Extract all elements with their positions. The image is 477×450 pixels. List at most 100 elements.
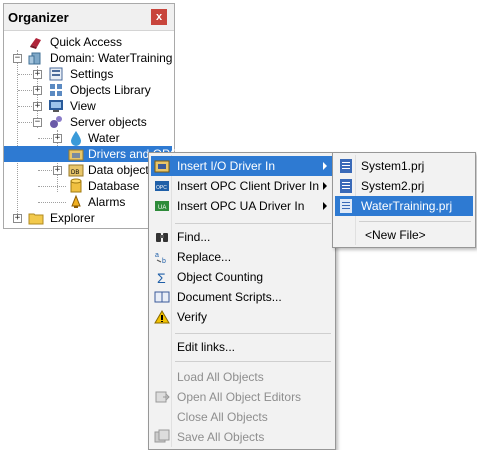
tree-label: Alarms bbox=[88, 195, 126, 209]
tree-item-drivers-and-opc[interactable]: Drivers and OPC bbox=[4, 146, 179, 162]
io-driver-submenu: System1.prj System2.prj WaterTraining.pr… bbox=[332, 152, 476, 248]
svg-text:Σ: Σ bbox=[157, 270, 166, 285]
tree-line bbox=[38, 170, 52, 171]
view-icon bbox=[49, 100, 63, 112]
menu-separator bbox=[175, 223, 331, 224]
tree-item-server-objects[interactable]: Server objects bbox=[46, 114, 156, 130]
menu-label: Replace... bbox=[177, 250, 232, 264]
tree-item-alarms[interactable]: Alarms bbox=[66, 194, 136, 210]
submenu-item-watertraining[interactable]: WaterTraining.prj bbox=[335, 196, 473, 216]
menu-item-replace[interactable]: ab Replace... bbox=[151, 247, 333, 267]
tree-label: Settings bbox=[70, 67, 114, 81]
menu-label: Insert OPC Client Driver In bbox=[177, 179, 320, 193]
project-file-icon bbox=[340, 179, 352, 193]
expand-toggle[interactable]: + bbox=[53, 166, 62, 175]
tree-line bbox=[18, 122, 32, 123]
tree-label: Water bbox=[88, 131, 120, 145]
save-all-icon bbox=[154, 429, 170, 443]
svg-text:a: a bbox=[155, 252, 159, 259]
menu-item-find[interactable]: Find... bbox=[151, 227, 333, 247]
drivers-icon bbox=[68, 149, 84, 161]
tree-item-explorer[interactable]: Explorer bbox=[26, 210, 126, 226]
objects-library-icon bbox=[50, 84, 62, 96]
server-objects-icon bbox=[50, 116, 62, 128]
tree-item-objects-library[interactable]: Objects Library bbox=[46, 82, 166, 98]
svg-text:OPC: OPC bbox=[156, 185, 167, 191]
tree-item-quick-access[interactable]: Quick Access bbox=[26, 34, 166, 50]
project-file-icon bbox=[340, 159, 352, 173]
close-button[interactable]: x bbox=[151, 9, 167, 25]
menu-item-object-counting[interactable]: Σ Object Counting bbox=[151, 267, 333, 287]
tree-line bbox=[18, 90, 32, 91]
menu-item-load-all-objects[interactable]: Load All Objects bbox=[151, 367, 333, 387]
tree-item-view[interactable]: View bbox=[46, 98, 126, 114]
submenu-arrow-icon bbox=[323, 182, 327, 190]
tree-label: View bbox=[70, 99, 96, 113]
tree-item-database[interactable]: Database bbox=[66, 178, 156, 194]
settings-icon bbox=[49, 67, 63, 81]
expand-toggle[interactable]: + bbox=[33, 70, 42, 79]
verify-warning-icon bbox=[154, 310, 170, 324]
menu-item-document-scripts[interactable]: Document Scripts... bbox=[151, 287, 333, 307]
water-drop-icon bbox=[71, 131, 81, 146]
alarm-icon bbox=[71, 194, 81, 208]
tree-label: Explorer bbox=[50, 211, 95, 225]
io-driver-icon bbox=[154, 160, 170, 173]
organizer-header: Organizer x bbox=[4, 4, 174, 31]
menu-item-insert-opc-client[interactable]: OPC Insert OPC Client Driver In bbox=[151, 176, 333, 196]
expand-toggle[interactable]: + bbox=[33, 86, 42, 95]
data-objects-icon: DB bbox=[68, 164, 84, 177]
quick-access-icon bbox=[30, 38, 41, 49]
menu-item-edit-links[interactable]: Edit links... bbox=[151, 337, 333, 357]
tree-label: Domain: WaterTraining bbox=[50, 51, 173, 65]
submenu-item-system1[interactable]: System1.prj bbox=[335, 156, 473, 176]
menu-label: Object Counting bbox=[177, 270, 264, 284]
menu-label: Close All Objects bbox=[177, 410, 268, 424]
expand-toggle[interactable]: + bbox=[13, 214, 22, 223]
organizer-title: Organizer bbox=[8, 10, 69, 25]
svg-text:b: b bbox=[162, 258, 166, 265]
collapse-toggle[interactable]: − bbox=[13, 54, 22, 63]
tree-label: Database bbox=[88, 179, 140, 193]
domain-icon bbox=[28, 52, 41, 65]
tree-label: Objects Library bbox=[70, 83, 151, 97]
submenu-arrow-icon bbox=[323, 202, 327, 210]
project-file-icon bbox=[340, 199, 352, 213]
tree-label: Server objects bbox=[70, 115, 147, 129]
menu-item-insert-opc-ua[interactable]: UA Insert OPC UA Driver In bbox=[151, 196, 333, 216]
tree-line bbox=[18, 74, 32, 75]
tree-item-settings[interactable]: Settings bbox=[46, 66, 156, 82]
menu-item-insert-io-driver[interactable]: Insert I/O Driver In bbox=[151, 156, 333, 176]
tree-line bbox=[38, 138, 52, 139]
expand-toggle[interactable]: + bbox=[53, 134, 62, 143]
scripts-book-icon bbox=[154, 291, 170, 303]
menu-label: System1.prj bbox=[361, 159, 425, 173]
tree-line bbox=[38, 202, 66, 203]
context-menu: Insert I/O Driver In OPC Insert OPC Clie… bbox=[148, 152, 336, 450]
menu-label: System2.prj bbox=[361, 179, 425, 193]
menu-item-open-all-object-editors[interactable]: Open All Object Editors bbox=[151, 387, 333, 407]
menu-label: Document Scripts... bbox=[177, 290, 282, 304]
svg-text:UA: UA bbox=[158, 205, 166, 211]
menu-label: Verify bbox=[177, 310, 208, 324]
tree-item-data-objects[interactable]: DB Data objects bbox=[66, 162, 156, 178]
menu-label: Insert I/O Driver In bbox=[177, 159, 276, 173]
open-editors-icon bbox=[155, 391, 170, 403]
menu-label: Find... bbox=[177, 230, 211, 244]
submenu-item-system2[interactable]: System2.prj bbox=[335, 176, 473, 196]
menu-separator bbox=[359, 221, 471, 222]
tree-item-domain[interactable]: Domain: WaterTraining bbox=[26, 50, 173, 66]
menu-item-verify[interactable]: Verify bbox=[151, 307, 333, 327]
menu-label: WaterTraining.prj bbox=[361, 199, 453, 213]
svg-text:DB: DB bbox=[71, 170, 79, 176]
expand-toggle[interactable]: + bbox=[33, 102, 42, 111]
submenu-item-new-file[interactable]: <New File> bbox=[335, 225, 473, 245]
collapse-toggle[interactable]: − bbox=[33, 118, 42, 127]
tree-item-water[interactable]: Water bbox=[66, 130, 136, 146]
database-icon bbox=[70, 178, 82, 193]
menu-item-close-all-objects[interactable]: Close All Objects bbox=[151, 407, 333, 427]
menu-item-save-all-objects[interactable]: Save All Objects bbox=[151, 427, 333, 447]
menu-label: Edit links... bbox=[177, 340, 236, 354]
menu-separator bbox=[175, 333, 331, 334]
menu-label: Load All Objects bbox=[177, 370, 264, 384]
